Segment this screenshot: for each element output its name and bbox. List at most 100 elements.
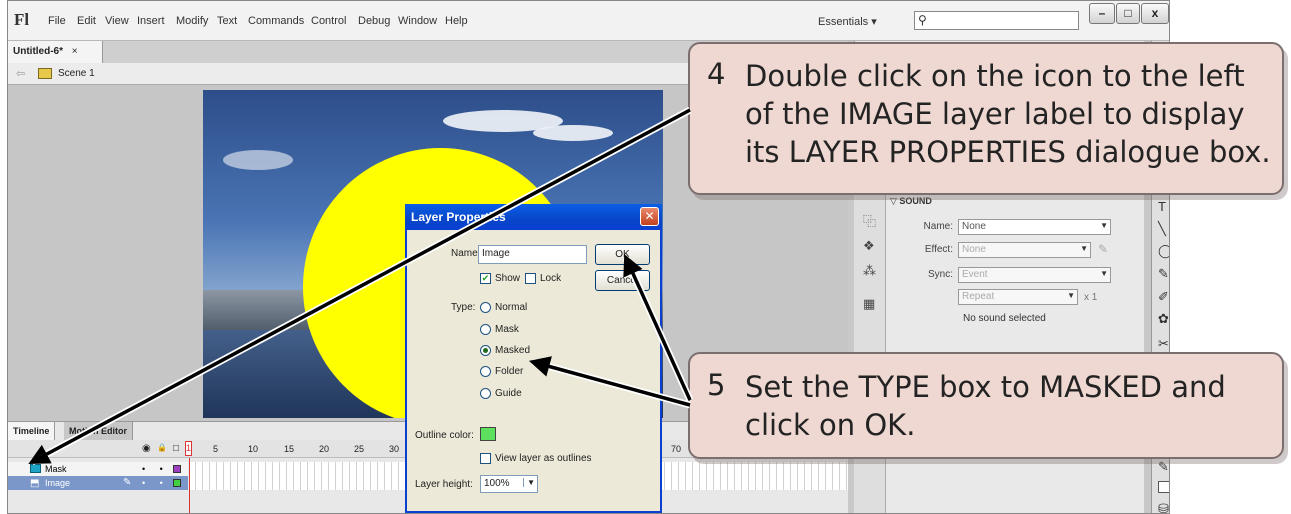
- pencil-tool-icon[interactable]: ✎: [1158, 266, 1169, 282]
- help-search-input[interactable]: ⚲: [914, 11, 1079, 30]
- layer-outline-color[interactable]: [173, 479, 181, 487]
- sound-sync-label: Sync:: [927, 269, 953, 280]
- menu-bar: Fl File Edit View Insert Modify Text Com…: [8, 1, 1169, 41]
- lock-checkbox[interactable]: [525, 273, 536, 284]
- document-tab[interactable]: Untitled-6* ×: [8, 41, 103, 63]
- sound-name-select[interactable]: None ▼: [958, 219, 1111, 235]
- callout-step-5: 5 Set the TYPE box to MASKED and click o…: [688, 352, 1284, 459]
- layer-properties-dialog: Layer Properties ✕ Name: Image OK Cancel…: [405, 204, 662, 513]
- layer-toggles[interactable]: • •: [142, 478, 169, 488]
- menu-edit[interactable]: Edit: [77, 15, 96, 27]
- motion-presets-icon[interactable]: ⁂: [863, 263, 876, 279]
- menu-debug[interactable]: Debug: [358, 15, 390, 27]
- chevron-down-icon: ▾: [871, 16, 877, 28]
- sound-sync-select[interactable]: Event ▼: [958, 267, 1111, 283]
- playhead-line: [189, 458, 190, 513]
- chevron-down-icon: ▼: [523, 478, 535, 487]
- frame-number: 5: [213, 444, 219, 454]
- layer-name-area[interactable]: ⬒ Image ✎ • •: [8, 476, 188, 490]
- layer-properties-icon[interactable]: ⬒: [30, 478, 39, 489]
- flash-logo: Fl: [14, 10, 30, 29]
- layer-outline-color[interactable]: [173, 465, 181, 473]
- layer-toggles[interactable]: • •: [142, 464, 169, 474]
- callout-number: 5: [707, 368, 726, 402]
- lock-icon[interactable]: 🔒: [157, 443, 167, 452]
- sound-sync-value: Event: [962, 269, 988, 280]
- no-color-swatch[interactable]: [1158, 481, 1169, 493]
- fill-bucket-icon[interactable]: ⛁: [1158, 501, 1169, 513]
- layer-height-select[interactable]: 100% ▼: [480, 475, 538, 493]
- type-folder-radio[interactable]: [480, 366, 491, 377]
- type-guide-label: Guide: [495, 388, 522, 399]
- back-arrow-icon[interactable]: ⇦: [16, 67, 25, 80]
- library-icon[interactable]: ▦: [863, 296, 875, 312]
- no-sound-message: No sound selected: [963, 313, 1046, 324]
- type-normal-label: Normal: [495, 302, 528, 313]
- actions-icon[interactable]: ⿻: [863, 211, 876, 230]
- line-tool-icon[interactable]: ╲: [1158, 221, 1166, 237]
- callout-line: its LAYER PROPERTIES dialogue box.: [745, 135, 1271, 169]
- outline-color-label: Outline color:: [415, 430, 474, 441]
- sound-effect-select[interactable]: None ▼: [958, 242, 1091, 258]
- scene-clapper-icon: [38, 68, 52, 79]
- menu-help[interactable]: Help: [445, 15, 468, 27]
- type-folder-label: Folder: [495, 366, 524, 377]
- close-tab-icon[interactable]: ×: [72, 46, 78, 57]
- frame-number: 70: [671, 444, 682, 454]
- layer-name-area[interactable]: Mask • •: [8, 462, 188, 476]
- sound-name-label: Name:: [923, 221, 953, 232]
- eye-icon[interactable]: ◉: [142, 443, 151, 454]
- dialog-close-button[interactable]: ✕: [640, 207, 659, 226]
- close-window-button[interactable]: x: [1141, 3, 1169, 24]
- tab-timeline[interactable]: Timeline: [8, 422, 56, 440]
- type-mask-radio[interactable]: [480, 324, 491, 335]
- type-normal-radio[interactable]: [480, 302, 491, 313]
- stroke-color-icon[interactable]: ✎: [1158, 459, 1169, 475]
- name-label: Name:: [451, 248, 481, 259]
- callout-line: of the IMAGE layer label to display: [745, 97, 1245, 131]
- layer-name-field[interactable]: Image: [478, 245, 587, 264]
- components-icon[interactable]: ❖: [863, 238, 875, 254]
- mask-layer-icon[interactable]: [30, 464, 41, 473]
- workspace-switcher[interactable]: Essentials ▾: [818, 15, 877, 28]
- minimize-button[interactable]: –: [1089, 3, 1115, 24]
- menu-view[interactable]: View: [105, 15, 129, 27]
- sound-repeat-select[interactable]: Repeat ▼: [958, 289, 1078, 305]
- menu-control[interactable]: Control: [311, 15, 346, 27]
- edit-pencil-icon[interactable]: ✎: [1098, 242, 1108, 256]
- menu-insert[interactable]: Insert: [137, 15, 165, 27]
- menu-commands[interactable]: Commands: [248, 15, 304, 27]
- bone-tool-icon[interactable]: ✂: [1158, 336, 1169, 352]
- outline-icon[interactable]: □: [173, 443, 179, 454]
- menu-window[interactable]: Window: [398, 15, 437, 27]
- type-masked-radio[interactable]: [480, 345, 491, 356]
- show-checkbox[interactable]: ✔: [480, 273, 491, 284]
- repeat-count[interactable]: x 1: [1084, 292, 1097, 303]
- type-guide-radio[interactable]: [480, 388, 491, 399]
- frame-number: 20: [319, 444, 330, 454]
- playhead[interactable]: 1: [185, 441, 192, 456]
- maximize-button[interactable]: □: [1116, 3, 1140, 24]
- chevron-down-icon: ▼: [1100, 269, 1108, 278]
- deco-tool-icon[interactable]: ✿: [1158, 311, 1169, 327]
- pencil-icon: ✎: [123, 477, 132, 488]
- callout-line: click on OK.: [745, 408, 916, 442]
- ok-button[interactable]: OK: [595, 244, 650, 265]
- type-label: Type:: [451, 302, 476, 313]
- brush-tool-icon[interactable]: ✐: [1158, 289, 1169, 305]
- document-tab-title: Untitled-6*: [13, 46, 63, 57]
- sound-section-header[interactable]: ▽ SOUND: [890, 196, 932, 207]
- menu-text[interactable]: Text: [217, 15, 237, 27]
- cancel-button[interactable]: Cancel: [595, 270, 650, 291]
- tab-motion-editor[interactable]: Motion Editor: [64, 422, 133, 440]
- scene-label[interactable]: Scene 1: [58, 68, 95, 79]
- menu-file[interactable]: File: [48, 15, 66, 27]
- text-tool-icon[interactable]: T: [1158, 199, 1166, 214]
- menu-modify[interactable]: Modify: [176, 15, 208, 27]
- oval-tool-icon[interactable]: ◯: [1158, 243, 1169, 259]
- sound-effect-value: None: [962, 244, 986, 255]
- dialog-title: Layer Properties: [411, 210, 506, 224]
- outline-color-swatch[interactable]: [480, 427, 496, 441]
- lock-label: Lock: [540, 273, 562, 284]
- view-outlines-checkbox[interactable]: [480, 453, 491, 464]
